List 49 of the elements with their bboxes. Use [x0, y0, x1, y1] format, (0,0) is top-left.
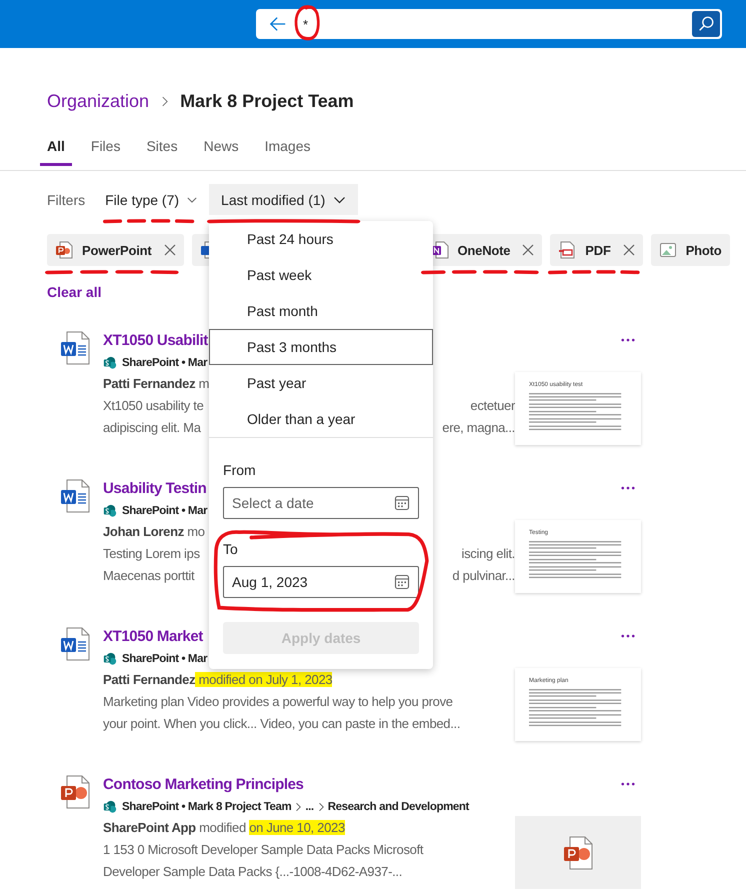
modified-by-text: Patti Fernandez modified on July 1, 2023 — [103, 671, 332, 689]
modified-by-text: Johan Lorenz mo — [103, 523, 205, 541]
description-text: ere, magna... — [442, 419, 515, 437]
menu-option[interactable]: Older than a year — [209, 401, 434, 437]
modified-by-text: SharePoint App modified on June 10, 2023 — [103, 819, 345, 837]
description-text: Testing Lorem ips — [103, 545, 200, 563]
description-text: iscing elit. — [462, 545, 515, 563]
description-text: Maecenas porttit — [103, 567, 194, 585]
description-text: Developer Sample Data Packs {...-1008-4D62-A937-... — [103, 863, 402, 881]
source-path: SharePoint • Mark 8 Project Team — [122, 800, 292, 812]
menu-option[interactable]: Past year — [209, 365, 434, 401]
field-label: To — [223, 540, 238, 559]
field-label: From — [223, 461, 256, 480]
tab[interactable]: News — [196, 128, 246, 166]
breadcrumb-item[interactable]: Organization — [47, 90, 150, 112]
filter-chip[interactable]: PowerPoint — [47, 234, 184, 266]
tab[interactable]: Sites — [139, 128, 185, 166]
result-title-link[interactable]: Contoso Marketing Principles — [103, 774, 304, 796]
modified-by-text: Patti Fernandez m — [103, 375, 210, 393]
tab[interactable]: All — [40, 128, 72, 166]
filters-label: Filters — [47, 192, 86, 208]
source-path: SharePoint • Mar — [122, 504, 208, 516]
result-title-link[interactable]: Usability Testin — [103, 478, 206, 500]
date-field[interactable]: Select a date — [223, 487, 420, 519]
search-query: * — [303, 16, 308, 32]
menu-option[interactable]: Past 3 months — [209, 329, 434, 365]
result-title-link[interactable]: XT1050 Market — [103, 626, 203, 648]
source-path: Research and Development — [328, 800, 469, 812]
description-text: Xt1050 usability te — [103, 397, 204, 415]
description-text: Marketing plan Video provides a powerful way to help you prove — [103, 693, 453, 711]
result-title-link[interactable]: XT1050 Usabilit — [103, 330, 208, 352]
description-text: d pulvinar... — [452, 567, 515, 585]
description-text: adipiscing elit. Ma — [103, 419, 201, 437]
description-text: your point. When you click... Video, you can paste in the embed... — [103, 715, 460, 733]
filter-dropdown[interactable]: File type (7) — [105, 184, 198, 215]
breadcrumb-item: Mark 8 Project Team — [180, 90, 354, 112]
clear-all-link[interactable]: Clear all — [47, 284, 102, 300]
filter-chip[interactable]: PDF — [550, 234, 643, 266]
tab[interactable]: Images — [258, 128, 318, 166]
tab[interactable]: Files — [84, 128, 128, 166]
filter-dropdown[interactable]: Last modified (1) — [209, 184, 358, 215]
description-text: ectetuer — [470, 397, 515, 415]
source-path: SharePoint • Mar — [122, 652, 208, 664]
menu-option[interactable]: Past month — [209, 293, 434, 329]
source-path: ... — [305, 800, 314, 812]
filter-chip[interactable]: Photo — [650, 234, 730, 266]
source-path: SharePoint • Mar — [122, 356, 208, 368]
description-text: 1 153 0 Microsoft Developer Sample Data Packs Microsoft — [103, 841, 424, 859]
date-field[interactable]: Aug 1, 2023 — [223, 566, 420, 598]
